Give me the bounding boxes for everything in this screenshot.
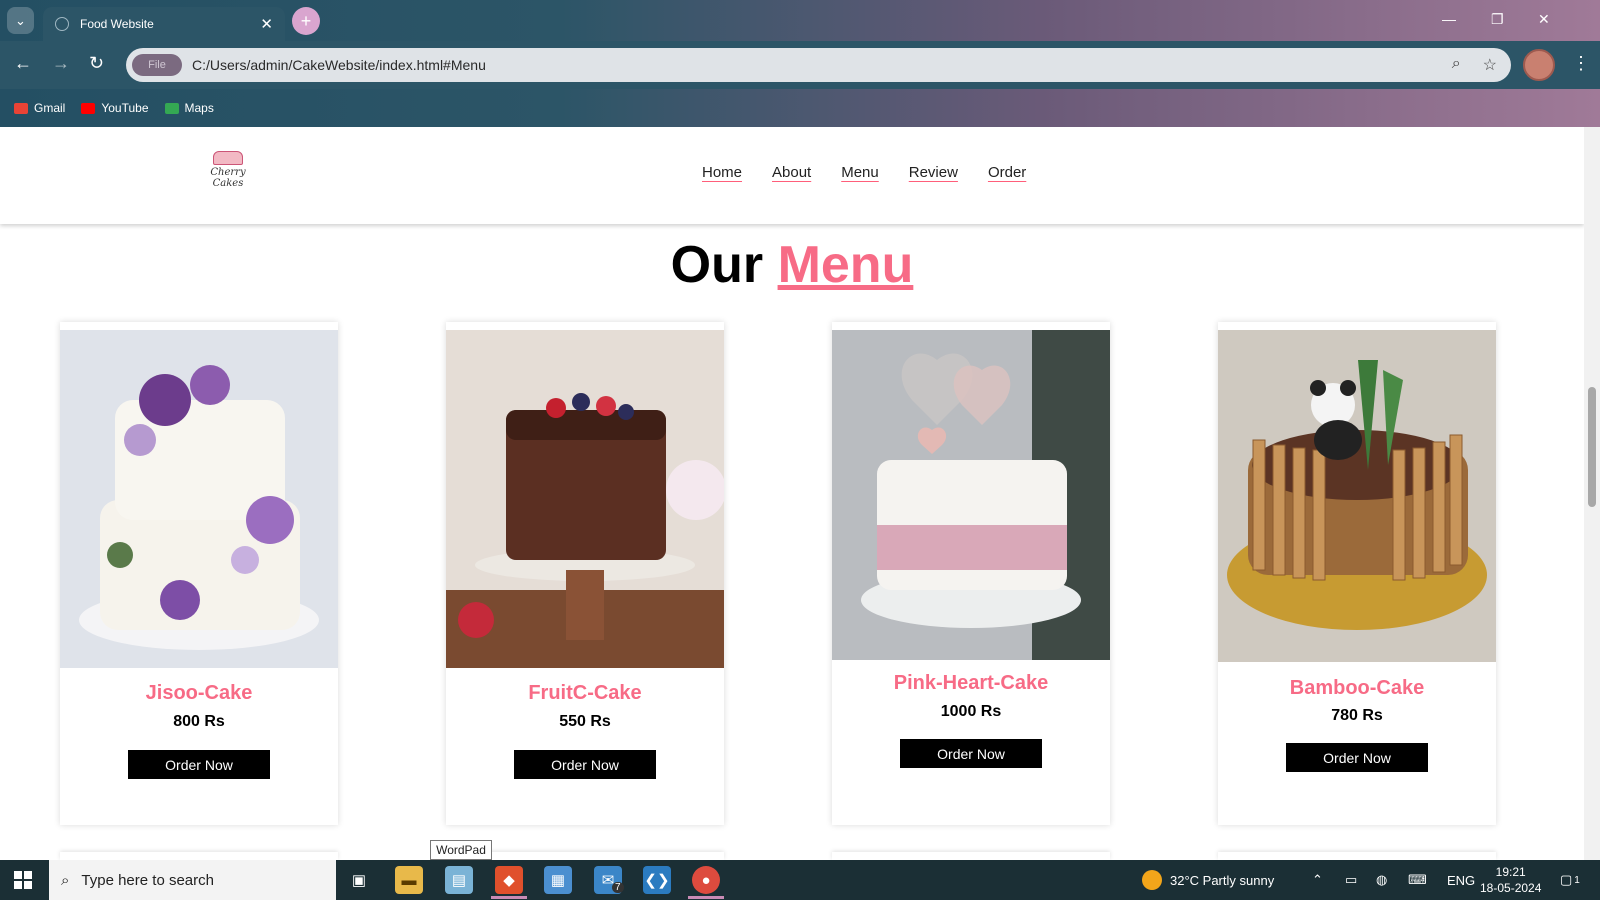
chrome-icon[interactable]: ● — [692, 866, 720, 894]
bookmark-maps[interactable]: Maps — [164, 101, 214, 115]
reload-icon[interactable]: ↻ — [89, 54, 104, 72]
active-app-indicator — [491, 896, 527, 899]
close-window-icon[interactable]: ✕ — [1538, 11, 1550, 28]
bookmark-gmail[interactable]: Gmail — [14, 101, 65, 115]
cake-logo-icon — [213, 151, 243, 165]
main-nav: Home About Menu Review Order — [702, 164, 1026, 181]
card-price: 1000 Rs — [940, 703, 1002, 720]
section-heading: Our Menu — [670, 236, 914, 294]
system-clock[interactable]: 19:21 18-05-2024 — [1480, 864, 1541, 896]
card-title: Pink-Heart-Cake — [893, 672, 1049, 694]
scrollbar-thumb[interactable] — [1588, 387, 1596, 507]
task-view-icon[interactable]: ▣ — [345, 866, 373, 894]
card-price: 780 Rs — [1331, 707, 1383, 724]
bookmark-youtube[interactable]: YouTube — [81, 101, 149, 115]
card-price: 800 Rs — [173, 713, 225, 730]
keyboard-icon[interactable]: ⌨ — [1408, 860, 1427, 900]
url-text[interactable]: C:/Users/admin/CakeWebsite/index.html#Me… — [192, 57, 486, 73]
taskbar: ⌕ Type here to search ▣ ▬ ▤ ◆ ▦ ✉ 7 ❮❯ ●… — [0, 860, 1600, 900]
card-title: Jisoo-Cake — [145, 682, 253, 704]
order-now-button[interactable]: Order Now — [900, 739, 1042, 768]
order-now-button[interactable]: Order Now — [514, 750, 656, 779]
maps-icon — [164, 102, 179, 114]
menu-card: Jisoo-Cake 800 Rs Order Now — [60, 322, 338, 825]
taskbar-search-input[interactable]: ⌕ Type here to search — [49, 860, 336, 900]
site-header: Cherry Cakes Home About Menu Review Orde… — [0, 127, 1584, 224]
tab-active[interactable]: Food Website ✕ — [43, 7, 285, 41]
language-indicator[interactable]: ENG — [1447, 860, 1475, 900]
browser-menu-icon[interactable]: ⋮ — [1572, 53, 1590, 74]
page-scrollbar[interactable] — [1584, 127, 1600, 860]
active-app-indicator — [688, 896, 724, 899]
nav-home[interactable]: Home — [702, 164, 742, 181]
weather-widget[interactable]: 32°C Partly sunny — [1142, 860, 1274, 900]
windows-start-icon[interactable] — [14, 871, 32, 889]
nav-about[interactable]: About — [772, 164, 811, 181]
address-bar[interactable]: File C:/Users/admin/CakeWebsite/index.ht… — [126, 48, 1511, 82]
bookmarks-bar: Gmail YouTube Maps — [0, 89, 1600, 127]
profile-avatar[interactable] — [1523, 49, 1555, 81]
mail-badge: 7 — [612, 882, 624, 893]
network-globe-icon[interactable]: ◍ — [1376, 860, 1387, 900]
menu-card: FruitC-Cake 550 Rs Order Now — [446, 322, 724, 825]
browser-frame: ⌄ Food Website ✕ + — ❐ ✕ ← → ↻ File C:/U… — [0, 0, 1600, 127]
cake-image — [446, 330, 724, 668]
back-icon[interactable]: ← — [14, 54, 32, 72]
nav-menu[interactable]: Menu — [841, 164, 879, 181]
browser-toolbar: ← → ↻ File C:/Users/admin/CakeWebsite/in… — [0, 41, 1600, 89]
bookmark-star-icon[interactable]: ☆ — [1483, 55, 1497, 75]
wordpad-icon[interactable]: ▤ — [445, 866, 473, 894]
order-now-button[interactable]: Order Now — [1286, 743, 1428, 772]
weather-sun-icon — [1142, 870, 1162, 890]
file-chip[interactable]: File — [132, 54, 182, 76]
nav-order[interactable]: Order — [988, 164, 1026, 181]
vscode-icon[interactable]: ❮❯ — [643, 866, 671, 894]
minimize-icon[interactable]: — — [1442, 11, 1456, 27]
taskbar-tooltip: WordPad — [430, 840, 492, 860]
cake-image — [60, 330, 338, 668]
cake-image — [1218, 330, 1496, 662]
youtube-icon — [81, 102, 96, 114]
tab-title: Food Website — [80, 17, 154, 31]
web-page: Cherry Cakes Home About Menu Review Orde… — [0, 127, 1584, 860]
nav-review[interactable]: Review — [909, 164, 958, 181]
card-title: FruitC-Cake — [528, 682, 642, 704]
globe-icon — [55, 17, 69, 31]
next-row-card — [832, 852, 1110, 860]
restore-icon[interactable]: ❐ — [1491, 11, 1504, 28]
notification-icon[interactable]: ▢ 1 — [1560, 860, 1580, 900]
menu-card: Pink-Heart-Cake 1000 Rs Order Now — [832, 322, 1110, 825]
file-explorer-icon[interactable]: ▬ — [395, 866, 423, 894]
card-price: 550 Rs — [559, 713, 611, 730]
zoom-icon[interactable]: ⌕ — [1452, 55, 1461, 75]
forward-icon[interactable]: → — [52, 54, 70, 72]
card-title: Bamboo-Cake — [1289, 677, 1425, 699]
brave-icon[interactable]: ◆ — [495, 866, 523, 894]
store-icon[interactable]: ▦ — [544, 866, 572, 894]
cake-image — [832, 330, 1110, 660]
tab-strip: ⌄ Food Website ✕ + — ❐ ✕ — [0, 0, 1600, 41]
battery-icon[interactable]: ▭ — [1345, 860, 1357, 900]
tab-search-icon[interactable]: ⌄ — [7, 7, 34, 34]
gmail-icon — [14, 102, 28, 114]
order-now-button[interactable]: Order Now — [128, 750, 270, 779]
next-row-card — [1218, 852, 1496, 860]
site-logo[interactable]: Cherry Cakes — [200, 151, 256, 191]
tray-chevron-icon[interactable]: ⌃ — [1312, 860, 1323, 900]
new-tab-button[interactable]: + — [292, 7, 320, 35]
close-tab-icon[interactable]: ✕ — [260, 15, 273, 33]
next-row-card — [60, 852, 338, 860]
search-icon: ⌕ — [61, 871, 70, 889]
menu-card: Bamboo-Cake 780 Rs Order Now — [1218, 322, 1496, 825]
